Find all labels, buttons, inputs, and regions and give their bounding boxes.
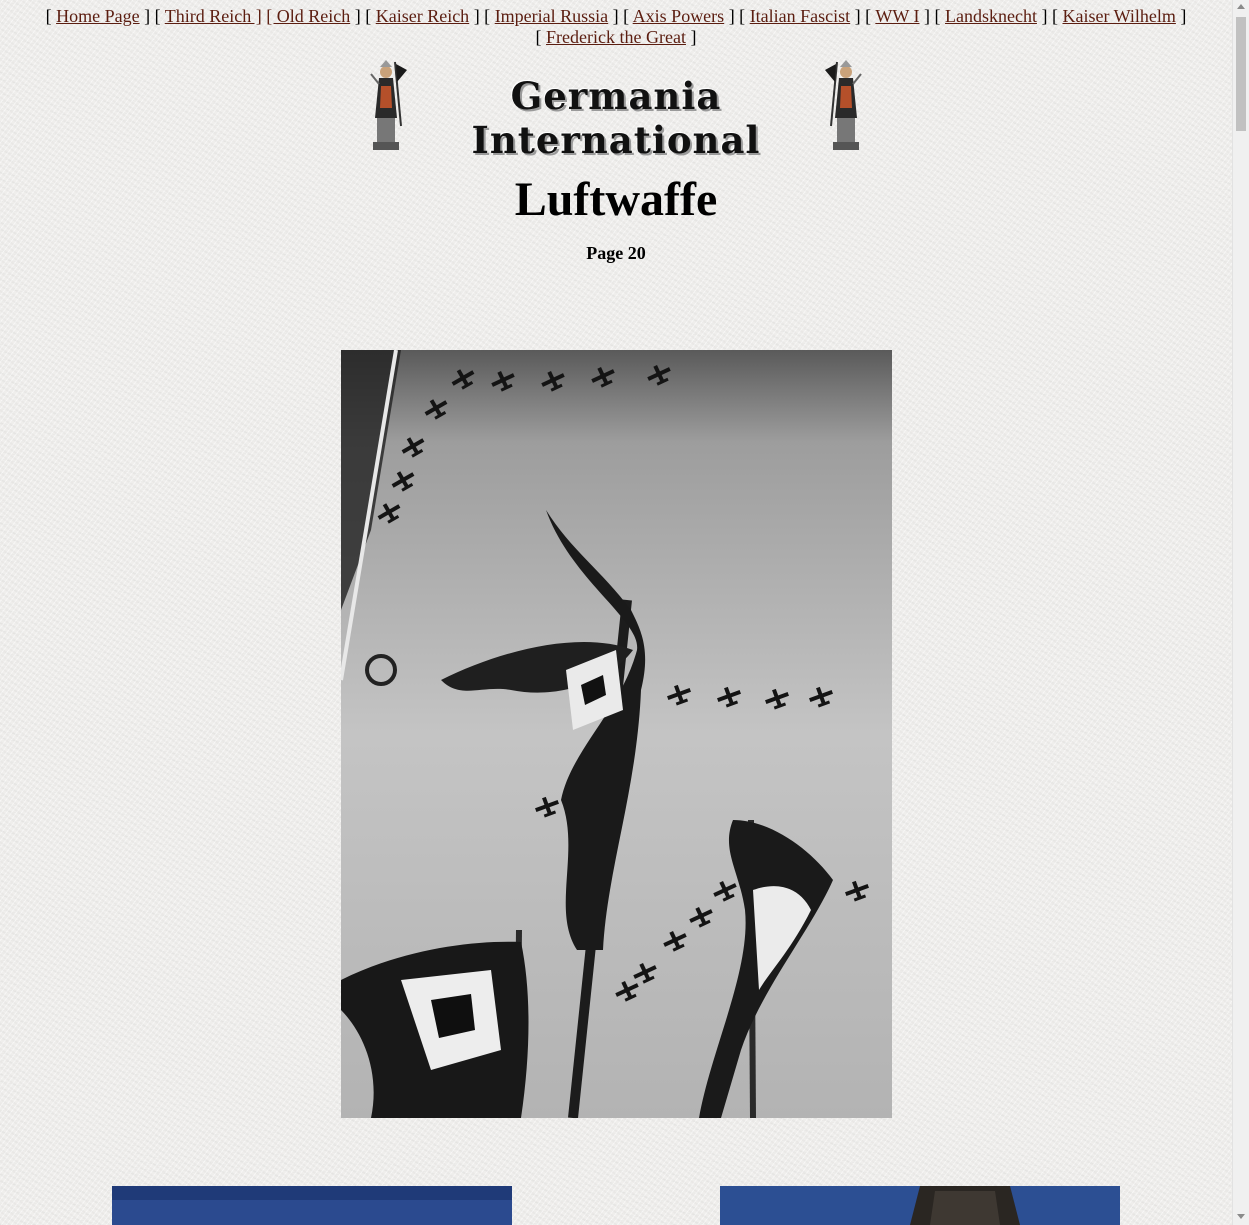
- nav-link-home[interactable]: Home Page: [56, 6, 139, 26]
- scroll-thumb[interactable]: [1236, 17, 1246, 131]
- sky-photo-left: [112, 1186, 512, 1225]
- scroll-up-arrow-icon[interactable]: [1237, 4, 1245, 9]
- nav-link-frederick-the-great[interactable]: Frederick the Great: [546, 27, 686, 47]
- nav-link-imperial-russia[interactable]: Imperial Russia: [495, 6, 608, 26]
- page-viewport: [ Home Page ] [ Third Reich ] [ Old Reic…: [0, 0, 1232, 1225]
- page-title: Luftwaffe: [514, 173, 718, 226]
- scroll-down-arrow-icon[interactable]: [1237, 1214, 1245, 1219]
- nav-link-kaiser-reich[interactable]: Kaiser Reich: [376, 6, 469, 26]
- banner-title: Germania International: [471, 74, 761, 162]
- nav-link-axis-powers[interactable]: Axis Powers: [633, 6, 725, 26]
- nav-link-old-reich[interactable]: [ Old Reich: [266, 6, 350, 26]
- nav-link-italian-fascist[interactable]: Italian Fascist: [750, 6, 850, 26]
- page-number: Page 20: [586, 243, 646, 263]
- nav-link-ww1[interactable]: WW I: [875, 6, 919, 26]
- flags-and-aircraft-photo: [341, 350, 892, 1118]
- nav-link-landsknecht[interactable]: Landsknecht: [945, 6, 1037, 26]
- nav-link-kaiser-wilhelm[interactable]: Kaiser Wilhelm: [1062, 6, 1175, 26]
- nav-link-third-reich[interactable]: Third Reich ]: [165, 6, 262, 26]
- germania-statue-icon: [370, 60, 407, 150]
- monument-photo-right: [720, 1186, 1120, 1225]
- site-banner: Germania International: [363, 56, 869, 162]
- top-navigation: [ Home Page ] [ Third Reich ] [ Old Reic…: [45, 6, 1187, 47]
- vertical-scrollbar[interactable]: [1232, 0, 1249, 1225]
- germania-statue-icon: [825, 60, 862, 150]
